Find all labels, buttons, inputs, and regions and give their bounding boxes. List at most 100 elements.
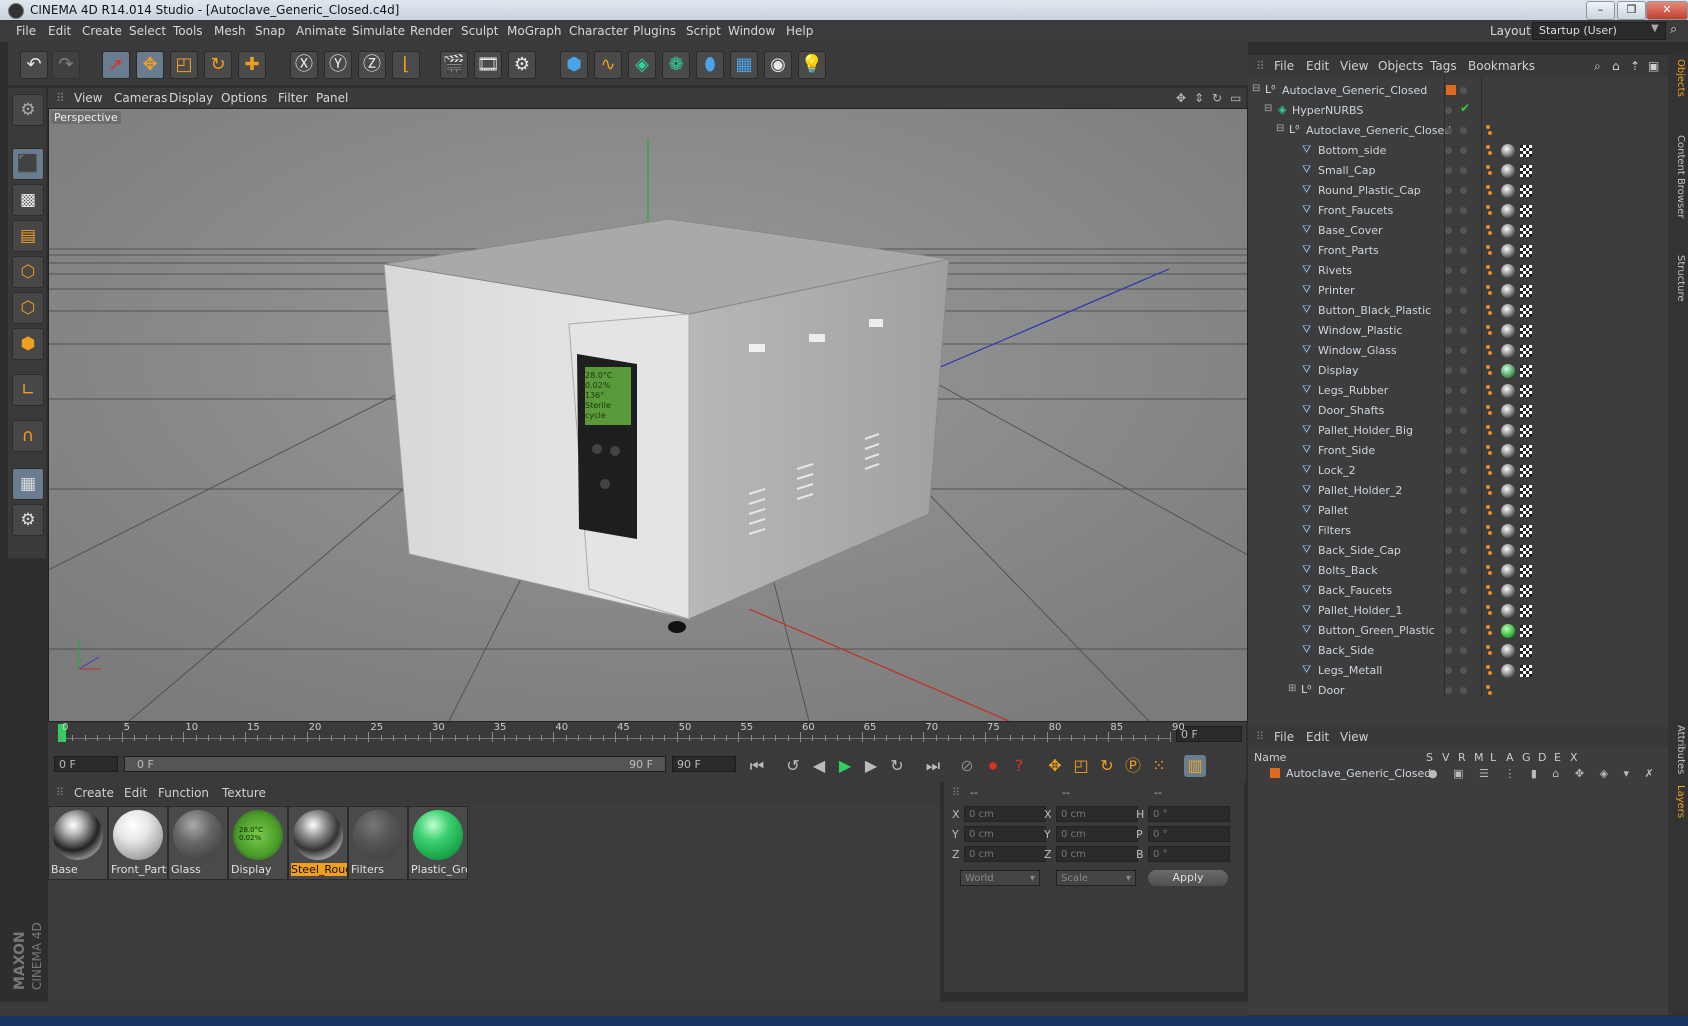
material-tag-icon[interactable]	[1501, 224, 1515, 238]
material-tag-icon[interactable]	[1501, 404, 1515, 418]
material-tag-icon[interactable]	[1501, 444, 1515, 458]
om-menu-bookmarks[interactable]: Bookmarks	[1468, 59, 1535, 73]
material-tag-icon[interactable]	[1501, 664, 1515, 678]
home-icon[interactable]: ⌂	[1612, 59, 1620, 73]
phong-tag-icon[interactable]	[1486, 125, 1492, 135]
material-swatch-display[interactable]: 28.0°C 0.02% Display	[228, 806, 288, 880]
tree-item-door[interactable]: ⊞ L⁰ Door	[1248, 681, 1668, 701]
menu-animate[interactable]: Animate	[296, 24, 346, 38]
mat-menu-function[interactable]: Function	[158, 786, 209, 800]
phong-tag-icon[interactable]	[1486, 205, 1492, 215]
menu-mograph[interactable]: MoGraph	[507, 24, 562, 38]
render-dot[interactable]	[1460, 527, 1467, 534]
render-dot[interactable]	[1460, 607, 1467, 614]
layer-column-header[interactable]: L	[1490, 751, 1496, 764]
om-menu-objects[interactable]: Objects	[1378, 59, 1423, 73]
go-to-start-button[interactable]: ⏮	[746, 755, 768, 777]
add-spline-button[interactable]: ∿	[594, 51, 622, 79]
viewport-menu-cameras[interactable]: Cameras	[114, 91, 167, 105]
tree-item-window-glass[interactable]: ⛛ Window_Glass	[1248, 341, 1668, 361]
visibility-dot[interactable]	[1445, 487, 1452, 494]
phong-tag-icon[interactable]	[1486, 485, 1492, 495]
coord-field[interactable]: 0 cm	[964, 826, 1046, 842]
mat-menu-edit[interactable]: Edit	[124, 786, 147, 800]
visibility-dot[interactable]	[1445, 127, 1452, 134]
material-tag-icon[interactable]	[1501, 364, 1515, 378]
previous-key-button[interactable]: ↺	[782, 755, 804, 777]
drag-handle-icon[interactable]: ⠿	[1256, 730, 1264, 743]
tree-item-pallet-holder-1[interactable]: ⛛ Pallet_Holder_1	[1248, 601, 1668, 621]
phong-tag-icon[interactable]	[1486, 625, 1492, 635]
undo-button[interactable]: ↶	[20, 51, 48, 79]
add-light-button[interactable]: 💡	[798, 51, 826, 79]
visibility-dot[interactable]	[1445, 507, 1452, 514]
material-tag-icon[interactable]	[1501, 164, 1515, 178]
render-dot[interactable]	[1460, 487, 1467, 494]
tree-item-door-shafts[interactable]: ⛛ Door_Shafts	[1248, 401, 1668, 421]
tree-item-pallet-holder-2[interactable]: ⛛ Pallet_Holder_2	[1248, 481, 1668, 501]
visibility-dot[interactable]	[1445, 447, 1452, 454]
visibility-dot[interactable]	[1445, 287, 1452, 294]
visibility-dot[interactable]	[1445, 587, 1452, 594]
workplane-lock-button[interactable]: ▦	[12, 468, 44, 500]
x-axis-lock-button[interactable]: Ⓧ	[290, 51, 318, 79]
uvw-tag-icon[interactable]	[1520, 245, 1532, 257]
live-selection-button[interactable]: ➚	[102, 51, 130, 79]
viewport-menu-panel[interactable]: Panel	[316, 91, 348, 105]
material-tag-icon[interactable]	[1501, 584, 1515, 598]
search-icon[interactable]: ⌕	[1670, 22, 1677, 37]
render-dot[interactable]	[1460, 647, 1467, 654]
phong-tag-icon[interactable]	[1486, 565, 1492, 575]
phong-tag-icon[interactable]	[1486, 645, 1492, 655]
render-dot[interactable]	[1460, 287, 1467, 294]
add-array-button[interactable]: ❁	[662, 51, 690, 79]
tab-attributes[interactable]: Attributes	[1670, 725, 1686, 774]
redo-button[interactable]: ↷	[52, 51, 80, 79]
layer-color-swatch[interactable]	[1270, 768, 1280, 778]
render-dot[interactable]	[1460, 307, 1467, 314]
point-level-button[interactable]: ⁙	[1148, 755, 1170, 777]
phong-tag-icon[interactable]	[1486, 185, 1492, 195]
render-dot[interactable]	[1460, 247, 1467, 254]
menu-file[interactable]: File	[16, 24, 36, 38]
uvw-tag-icon[interactable]	[1520, 285, 1532, 297]
edges-mode-button[interactable]: ⬡	[12, 292, 44, 324]
coord-field[interactable]: 0 °	[1148, 826, 1230, 842]
layer-menu-file[interactable]: File	[1274, 730, 1294, 744]
expand-icon[interactable]: ⊟	[1276, 123, 1284, 134]
polygons-mode-button[interactable]: ⬢	[12, 328, 44, 360]
visibility-dot[interactable]	[1445, 427, 1452, 434]
axis-mode-button[interactable]: ∟	[12, 374, 44, 406]
position-track-button[interactable]: ✥	[1044, 755, 1066, 777]
uvw-tag-icon[interactable]	[1520, 205, 1532, 217]
tree-item-front-faucets[interactable]: ⛛ Front_Faucets	[1248, 201, 1668, 221]
drag-handle-icon[interactable]: ⠿	[952, 786, 960, 799]
visibility-dot[interactable]	[1445, 667, 1452, 674]
phong-tag-icon[interactable]	[1486, 545, 1492, 555]
material-swatch-filters[interactable]: Filters	[348, 806, 408, 880]
render-dot[interactable]	[1460, 167, 1467, 174]
uvw-tag-icon[interactable]	[1520, 365, 1532, 377]
world-dropdown[interactable]: World ▾	[960, 870, 1040, 886]
visibility-dot[interactable]	[1445, 147, 1452, 154]
phong-tag-icon[interactable]	[1486, 245, 1492, 255]
render-dot[interactable]	[1460, 227, 1467, 234]
tree-item-back-side[interactable]: ⛛ Back_Side	[1248, 641, 1668, 661]
render-dot[interactable]	[1460, 367, 1467, 374]
move-tool-button[interactable]: ✥	[136, 51, 164, 79]
visibility-dot[interactable]	[1445, 167, 1452, 174]
tree-item-filters[interactable]: ⛛ Filters	[1248, 521, 1668, 541]
uvw-tag-icon[interactable]	[1520, 145, 1532, 157]
tree-item-button-black-plastic[interactable]: ⛛ Button_Black_Plastic	[1248, 301, 1668, 321]
tree-item-button-green-plastic[interactable]: ⛛ Button_Green_Plastic	[1248, 621, 1668, 641]
viewport-menu-view[interactable]: View	[74, 91, 102, 105]
arrow-up-icon[interactable]: ⇡	[1630, 59, 1640, 73]
render-dot[interactable]	[1460, 427, 1467, 434]
model-mode-button[interactable]: ⬛	[12, 148, 44, 180]
material-swatch-front-parts[interactable]: Front_Parts	[108, 806, 168, 880]
render-dot[interactable]	[1460, 187, 1467, 194]
uvw-tag-icon[interactable]	[1520, 425, 1532, 437]
material-tag-icon[interactable]	[1501, 324, 1515, 338]
timeline-window-button[interactable]: ▥	[1184, 755, 1206, 777]
visibility-dot[interactable]	[1445, 207, 1452, 214]
